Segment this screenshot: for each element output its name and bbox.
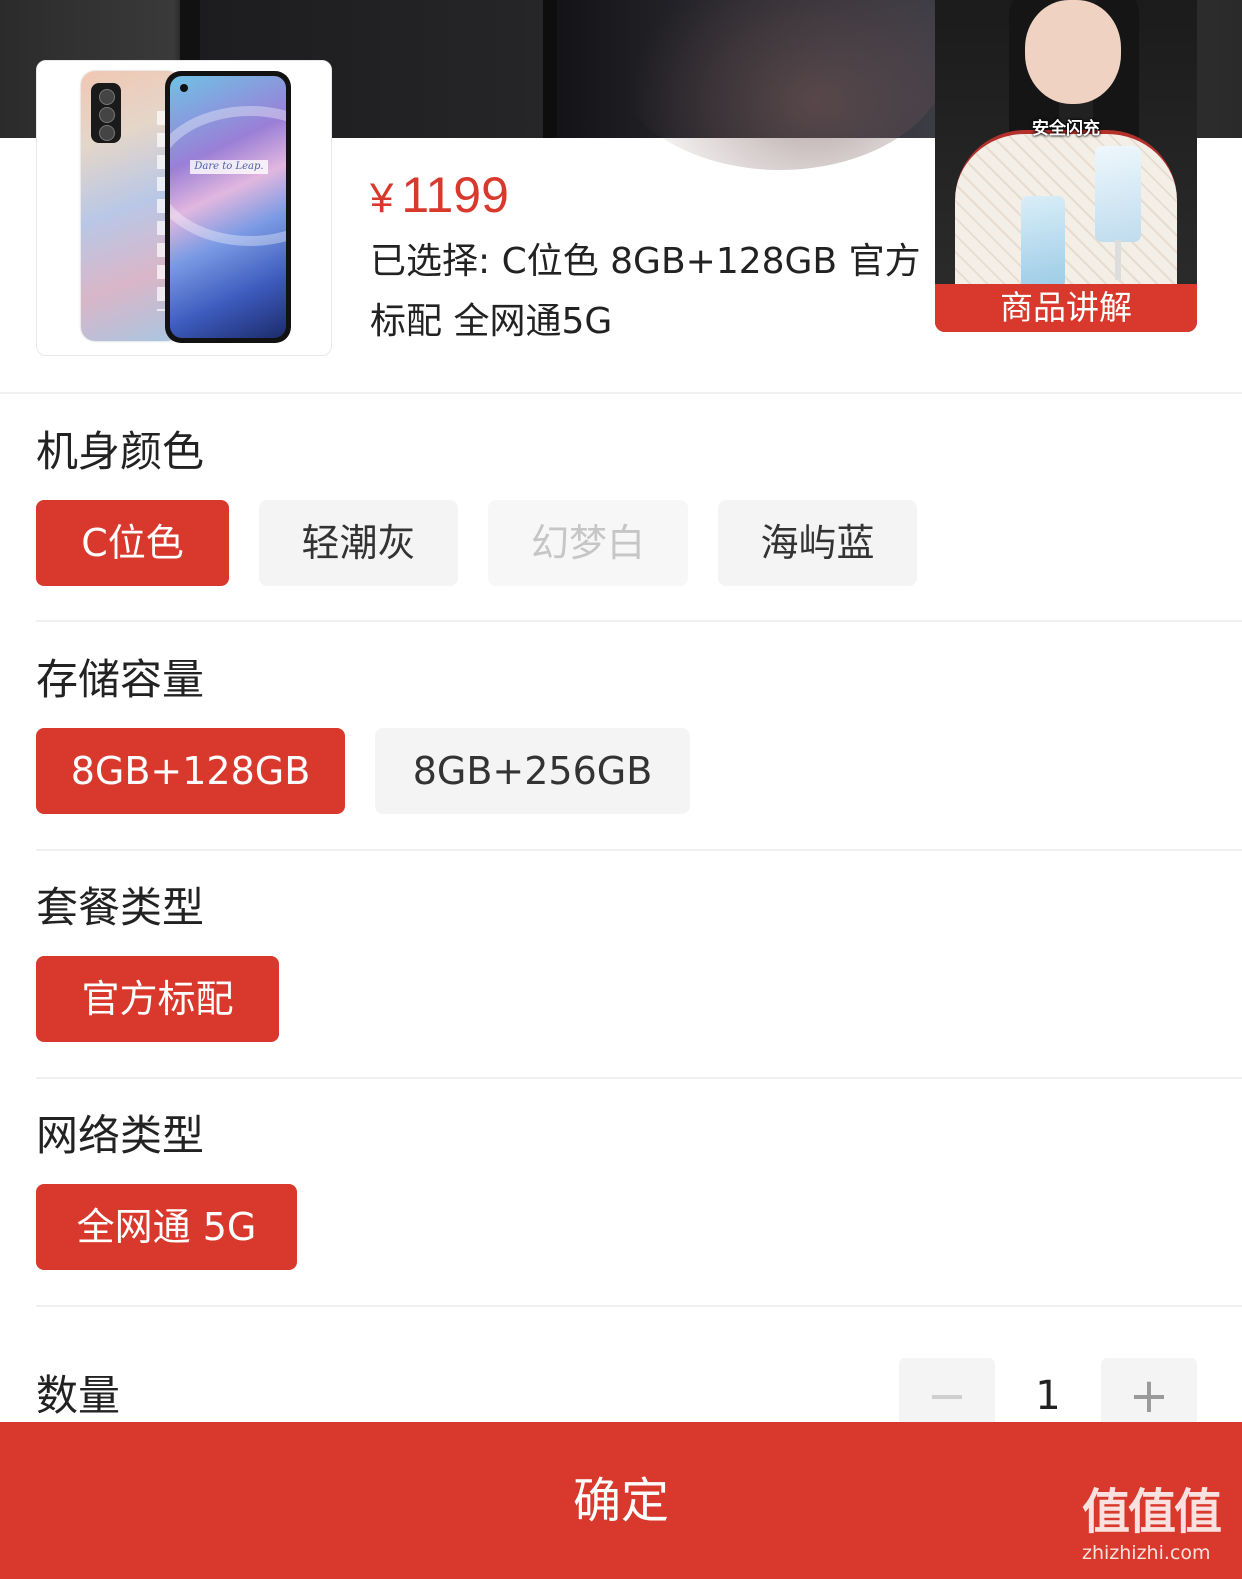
watermark-logo: 值值值 zhizhizhi.com bbox=[1082, 1484, 1232, 1574]
camera-module-icon bbox=[91, 83, 121, 143]
currency-symbol: ¥ bbox=[370, 174, 394, 221]
section-title-storage: 存储容量 bbox=[36, 655, 205, 704]
watermark-domain: zhizhizhi.com bbox=[1082, 1542, 1211, 1564]
option-color-blue[interactable]: 海屿蓝 bbox=[718, 500, 917, 586]
product-price: ¥1199 bbox=[370, 165, 509, 228]
section-title-color: 机身颜色 bbox=[36, 427, 205, 476]
divider bbox=[36, 1305, 1242, 1307]
divider bbox=[0, 392, 1242, 394]
product-explanation-button[interactable]: 商品讲解 bbox=[935, 284, 1197, 332]
watermark-text: 值值值 bbox=[1082, 1484, 1222, 1540]
quantity-label: 数量 bbox=[36, 1371, 121, 1420]
section-title-package: 套餐类型 bbox=[36, 883, 205, 932]
product-thumbnail[interactable]: Dare to Leap. bbox=[36, 60, 332, 356]
option-network-5g[interactable]: 全网通 5G bbox=[36, 1184, 297, 1270]
presenter-face bbox=[1025, 0, 1121, 104]
confirm-button[interactable]: 确定 bbox=[0, 1422, 1242, 1579]
option-storage-256[interactable]: 8GB+256GB bbox=[375, 728, 690, 814]
option-color-white: 幻梦白 bbox=[488, 500, 688, 586]
quantity-value[interactable]: 1 bbox=[1010, 1366, 1086, 1426]
selected-spec-summary: 已选择: C位色 8GB+128GB 官方标配 全网通5G bbox=[370, 241, 921, 342]
demo-phone-icon bbox=[1021, 196, 1065, 288]
divider bbox=[36, 620, 1242, 622]
presenter-body bbox=[955, 130, 1177, 284]
option-package-standard[interactable]: 官方标配 bbox=[36, 956, 279, 1042]
section-title-network: 网络类型 bbox=[36, 1111, 205, 1160]
option-storage-128[interactable]: 8GB+128GB bbox=[36, 728, 345, 814]
option-color-c[interactable]: C位色 bbox=[36, 500, 229, 586]
phone-slogan: Dare to Leap. bbox=[190, 160, 268, 174]
option-color-gray[interactable]: 轻潮灰 bbox=[259, 500, 458, 586]
price-value: 1199 bbox=[401, 167, 509, 223]
divider bbox=[36, 849, 1242, 851]
product-video-pip[interactable]: 安全闪充 商品讲解 bbox=[935, 0, 1197, 332]
video-caption: 安全闪充 bbox=[1032, 119, 1100, 139]
divider bbox=[36, 1077, 1242, 1079]
demo-phone-icon bbox=[1095, 146, 1141, 242]
phone-front-image: Dare to Leap. bbox=[165, 71, 291, 343]
